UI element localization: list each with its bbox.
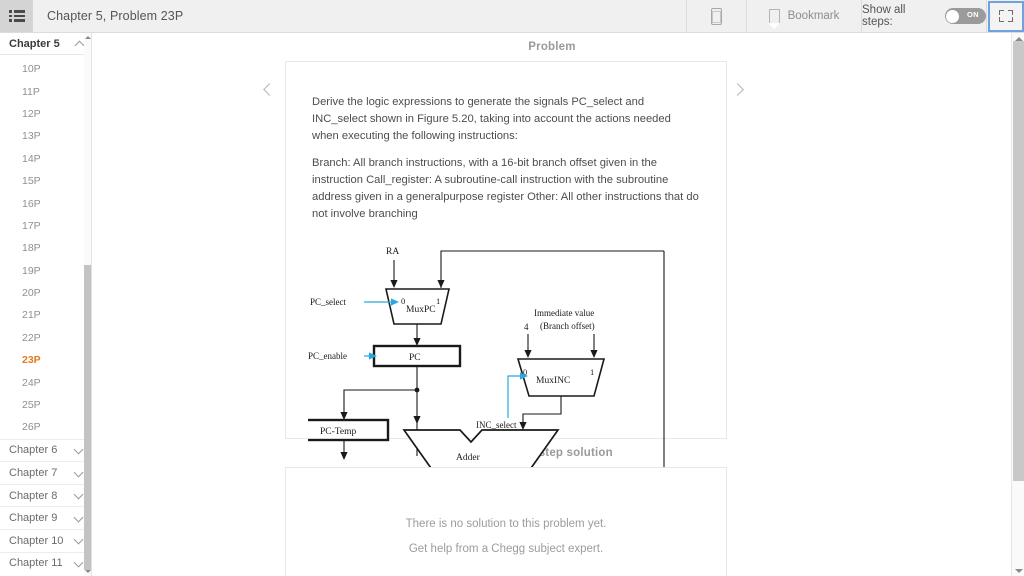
problem-text: Derive the logic expressions to generate… (286, 94, 726, 223)
sidebar-chapter-row-label: Chapter 6 (9, 444, 58, 457)
sidebar-scrollbar[interactable] (84, 33, 91, 576)
show-all-steps-control: Show all steps: ON (861, 0, 986, 32)
label-pc-enable: PC_enable (308, 351, 347, 361)
label-muxpc: MuxPC (406, 305, 436, 315)
chevron-down-icon (73, 534, 84, 545)
collapse-button-box (987, 0, 1024, 32)
sidebar-chapter-label: Chapter 5 (9, 37, 60, 50)
figure-diagram: RA PC_select 0 1 MuxPC PC_enable PC 4 Im… (308, 247, 665, 489)
sidebar-chapter-row-label: Chapter 8 (9, 489, 58, 502)
sidebar-chapter-row-label: Chapter 9 (9, 512, 58, 525)
sidebar-problem-12p[interactable]: 12P (0, 103, 91, 125)
list-icon (8, 10, 25, 22)
sidebar-problem-list: 10P 11P 12P 13P 14P 15P 16P 17P 18P 19P 20P 21P 22P 2… (0, 55, 91, 439)
sidebar-problem-23p[interactable]: 23P (0, 349, 91, 371)
sidebar-problem-24p[interactable]: 24P (0, 371, 91, 393)
mobile-phone-icon (711, 7, 722, 25)
label-muxinc: MuxINC (536, 376, 570, 386)
page-title: Chapter 5, Problem 23P (47, 9, 184, 23)
previous-problem-button[interactable] (261, 79, 283, 101)
collapse-view-button[interactable] (986, 0, 1024, 32)
page-scrollbar[interactable] (1011, 33, 1024, 576)
bookmark-button[interactable]: Bookmark (746, 0, 861, 32)
sidebar-problem-17p[interactable]: 17P (0, 215, 91, 237)
sidebar-problem-18p[interactable]: 18P (0, 237, 91, 259)
sidebar-problem-10p[interactable]: 10P (0, 58, 91, 80)
label-pc-select: PC_select (310, 297, 346, 307)
sidebar: Chapter 5 10P 11P 12P 13P 14P 15P 16P 17P 18P 19P… (0, 33, 92, 576)
label-four: 4 (524, 322, 529, 332)
sidebar-chapter-row-label: Chapter 11 (9, 557, 63, 570)
sidebar-problem-25p[interactable]: 25P (0, 394, 91, 416)
sidebar-chapter-row-label: Chapter 10 (9, 534, 64, 547)
sidebar-scroll-down-icon[interactable] (84, 567, 91, 576)
label-immediate-2: (Branch offset) (540, 321, 595, 331)
show-all-steps-label: Show all steps: (862, 4, 906, 28)
problem-paragraph-1: Derive the logic expressions to generate… (312, 96, 671, 143)
bookmark-label: Bookmark (787, 10, 840, 22)
sidebar-problem-21p[interactable]: 21P (0, 304, 91, 326)
get-help-message: Get help from a Chegg subject expert. (408, 543, 604, 555)
collapse-inward-icon (998, 10, 1013, 22)
mobile-view-button[interactable] (686, 0, 746, 32)
label-muxpc-in0: 0 (401, 296, 405, 306)
chevron-down-icon (73, 489, 84, 500)
label-muxinc-in0: 0 (523, 367, 527, 377)
toggle-knob (946, 9, 960, 23)
problem-card-wrapper: Derive the logic expressions to generate… (93, 53, 1011, 503)
page-scroll-thumb[interactable] (1013, 41, 1024, 481)
chevron-left-icon (263, 83, 276, 96)
sidebar-chapter-row-10[interactable]: Chapter 10 (0, 529, 91, 552)
sidebar-chapter-row-7[interactable]: Chapter 7 (0, 461, 91, 484)
sidebar-scroll-thumb[interactable] (84, 265, 91, 570)
sidebar-problem-20p[interactable]: 20P (0, 282, 91, 304)
sidebar-chapter-row-9[interactable]: Chapter 9 (0, 506, 91, 529)
toggle-state-label: ON (966, 10, 979, 19)
top-toolbar: Chapter 5, Problem 23P Bookmark Show all… (0, 0, 1024, 33)
solution-card-wrapper: There is no solution to this problem yet… (93, 459, 1011, 576)
sidebar-chapter-row-label: Chapter 7 (9, 467, 58, 480)
sidebar-chapter-row-6[interactable]: Chapter 6 (0, 438, 91, 462)
menu-button[interactable] (0, 0, 33, 32)
label-muxpc-in1: 1 (436, 296, 440, 306)
label-pc: PC (409, 353, 421, 363)
chevron-up-icon (74, 40, 85, 50)
sidebar-problem-26p[interactable]: 26P (0, 416, 91, 438)
label-inc-select: INC_select (476, 420, 517, 430)
bookmark-icon (768, 9, 781, 31)
sidebar-chapter-list: Chapter 6 Chapter 7 Chapter 8 Chapter 9 Chap… (0, 438, 91, 575)
label-ra: RA (386, 247, 399, 257)
sidebar-problem-14p[interactable]: 14P (0, 148, 91, 170)
sidebar-problem-22p[interactable]: 22P (0, 327, 91, 349)
show-all-steps-toggle[interactable]: ON (944, 8, 986, 24)
sidebar-problem-11p[interactable]: 11P (0, 80, 91, 102)
problem-card: Derive the logic expressions to generate… (285, 61, 727, 503)
chevron-down-icon (73, 512, 84, 523)
label-immediate-1: Immediate value (534, 308, 594, 318)
main-content: Problem Derive the logic expressions to … (93, 33, 1011, 576)
label-muxinc-in1: 1 (590, 367, 594, 377)
sidebar-chapter-row-8[interactable]: Chapter 8 (0, 483, 91, 507)
sidebar-chapter-row-11[interactable]: Chapter 11 (0, 551, 91, 575)
chevron-down-icon (73, 467, 84, 477)
chevron-right-icon (731, 83, 744, 96)
problem-paragraph-2: Branch: All branch instructions, with a … (312, 156, 699, 221)
no-solution-message: There is no solution to this problem yet… (405, 518, 607, 530)
chevron-down-icon (73, 557, 84, 568)
sidebar-problem-19p[interactable]: 19P (0, 260, 91, 282)
scroll-down-icon[interactable] (1012, 565, 1024, 576)
next-problem-button[interactable] (731, 79, 755, 101)
chevron-down-icon (73, 444, 84, 455)
sidebar-problem-13p[interactable]: 13P (0, 125, 91, 147)
problem-heading: Problem (528, 41, 576, 53)
sidebar-problem-16p[interactable]: 16P (0, 192, 91, 214)
sidebar-problem-15p[interactable]: 15P (0, 170, 91, 192)
sidebar-chapter-header[interactable]: Chapter 5 (0, 33, 91, 55)
solution-card: There is no solution to this problem yet… (285, 467, 727, 576)
label-pc-temp: PC-Temp (320, 427, 357, 437)
sidebar-scroll-up-icon[interactable] (84, 33, 91, 42)
